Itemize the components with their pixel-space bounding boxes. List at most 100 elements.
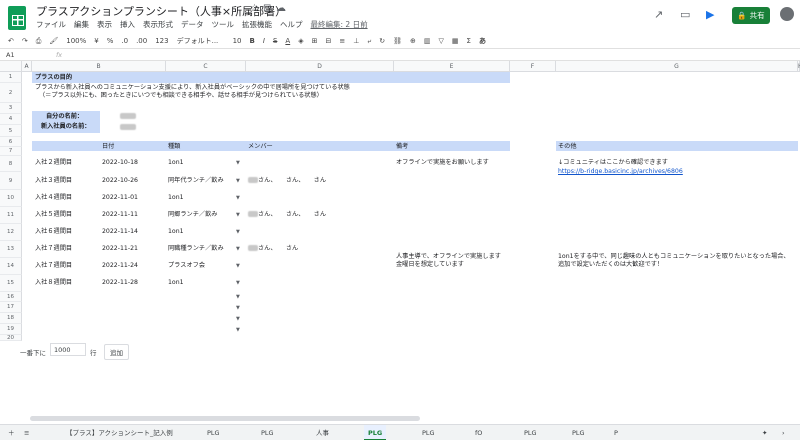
font-select[interactable]: デフォルト... [177, 36, 225, 46]
row-header[interactable]: 18 [0, 313, 22, 324]
row-header[interactable]: 2 [0, 83, 22, 103]
merge-icon[interactable]: ⊟ [325, 37, 331, 45]
col-header[interactable]: B [32, 61, 166, 72]
text-color-button[interactable]: A [285, 37, 290, 45]
dropdown-arrow-icon[interactable]: ▼ [236, 327, 240, 333]
bold-button[interactable]: B [250, 37, 255, 45]
week-cell[interactable]: 入社４週間目 [35, 194, 72, 201]
row-header[interactable]: 12 [0, 224, 22, 241]
row-header[interactable]: 10 [0, 190, 22, 207]
note-cell[interactable]: オフラインで実施をお願いします [396, 159, 489, 166]
dropdown-arrow-icon[interactable]: ▼ [236, 316, 240, 322]
header-member[interactable]: メンバー [248, 143, 273, 150]
cloud-status-icon[interactable]: ☁ [276, 3, 286, 14]
undo-icon[interactable]: ↶ [8, 37, 14, 45]
type-cell[interactable]: 同職種ランチ／飲み [168, 245, 224, 252]
filter-views-icon[interactable]: ▦ [452, 37, 459, 45]
add-rows-input[interactable]: 1000 [50, 343, 86, 356]
comment-icon[interactable]: ▭ [680, 8, 690, 21]
col-header[interactable]: A [22, 61, 32, 72]
comment-insert-icon[interactable]: ⊕ [410, 37, 416, 45]
col-header[interactable]: G [556, 61, 798, 72]
sheet-tab[interactable]: P [610, 425, 622, 440]
meet-icon[interactable]: ▶ [706, 8, 714, 21]
zoom-select[interactable]: 100% [66, 37, 86, 45]
menu-tools[interactable]: ツール [212, 19, 235, 30]
sheet-tab[interactable]: fO [471, 425, 486, 440]
dropdown-arrow-icon[interactable]: ▼ [236, 263, 240, 269]
other-note-1[interactable]: 1on1をする中で、同じ趣味の人ともコミュニケーションを取りたいとなった場合、 [558, 253, 790, 260]
paint-format-icon[interactable]: 🖌 [49, 37, 58, 45]
sheet-tab[interactable]: PLG [568, 425, 589, 440]
type-cell[interactable]: プラスオフ会 [168, 262, 205, 269]
dropdown-arrow-icon[interactable]: ▼ [236, 294, 240, 300]
input-tools-button[interactable]: あ [479, 36, 486, 46]
menu-file[interactable]: ファイル [36, 19, 66, 30]
sheet-tab[interactable]: PLG [257, 425, 278, 440]
collapse-icon[interactable]: › [778, 425, 789, 440]
other-note-2[interactable]: 追加で設定いただくのは大歓迎です！ [558, 261, 663, 268]
redo-icon[interactable]: ↷ [22, 37, 28, 45]
row-header[interactable]: 9 [0, 172, 22, 190]
type-cell[interactable]: 同年代ランチ／飲み [168, 177, 224, 184]
header-other[interactable]: その他 [558, 143, 577, 150]
note-friday[interactable]: 金曜日を想定しています [396, 261, 464, 268]
all-sheets-icon[interactable]: ≡ [20, 425, 33, 440]
other-link[interactable]: https://b-ridge.basicinc.jp/archives/680… [558, 168, 683, 175]
menu-format[interactable]: 表示形式 [143, 19, 173, 30]
last-edit-link[interactable]: 最終編集: 2 日前 [311, 19, 368, 30]
row-header[interactable]: 16 [0, 292, 22, 302]
star-icon[interactable]: ☆ [250, 3, 259, 14]
trend-icon[interactable]: ↗ [654, 8, 663, 21]
date-cell[interactable]: 2022-10-18 [102, 159, 138, 166]
row-header[interactable]: 3 [0, 103, 22, 114]
col-header[interactable]: C [166, 61, 246, 72]
wrap-icon[interactable]: ⤶ [367, 37, 371, 46]
sheet-tab[interactable]: PLG [203, 425, 224, 440]
strikethrough-button[interactable]: S [273, 37, 277, 45]
menu-help[interactable]: ヘルプ [280, 19, 303, 30]
select-all-corner[interactable] [0, 61, 22, 72]
dropdown-arrow-icon[interactable]: ▼ [236, 246, 240, 252]
row-header[interactable]: 13 [0, 241, 22, 258]
date-cell[interactable]: 2022-11-24 [102, 262, 138, 269]
currency-button[interactable]: ¥ [94, 37, 98, 45]
week-cell[interactable]: 入社８週間目 [35, 279, 72, 286]
document-title[interactable]: プラスアクションプランシート（人事×所属部署） [36, 3, 286, 19]
type-cell[interactable]: 1on1 [168, 228, 184, 235]
week-cell[interactable]: 入社２週間目 [35, 159, 72, 166]
type-cell[interactable]: 1on1 [168, 279, 184, 286]
date-cell[interactable]: 2022-11-01 [102, 194, 138, 201]
horizontal-scrollbar[interactable] [30, 416, 420, 421]
sheet-tab[interactable]: PLG [418, 425, 439, 440]
share-button[interactable]: 🔒 共有 [732, 7, 770, 24]
dropdown-arrow-icon[interactable]: ▼ [236, 280, 240, 286]
note-offline[interactable]: 人事主導で、オフラインで実施します [396, 253, 501, 260]
row-header[interactable]: 5 [0, 125, 22, 137]
dropdown-arrow-icon[interactable]: ▼ [236, 212, 240, 218]
col-header[interactable]: D [246, 61, 394, 72]
percent-button[interactable]: % [107, 37, 114, 45]
filter-icon[interactable]: ▽ [439, 37, 444, 45]
dropdown-arrow-icon[interactable]: ▼ [236, 178, 240, 184]
add-rows-button[interactable]: 追加 [104, 344, 129, 360]
date-cell[interactable]: 2022-11-14 [102, 228, 138, 235]
font-size-select[interactable]: 10 [233, 37, 242, 45]
type-cell[interactable]: 1on1 [168, 159, 184, 166]
row-header[interactable]: 8 [0, 156, 22, 172]
row-header[interactable]: 4 [0, 114, 22, 125]
week-cell[interactable]: 入社７週間目 [35, 262, 72, 269]
move-icon[interactable]: ⊡ [263, 3, 271, 14]
functions-icon[interactable]: Σ [467, 37, 471, 45]
dropdown-arrow-icon[interactable]: ▼ [236, 229, 240, 235]
dropdown-arrow-icon[interactable]: ▼ [236, 160, 240, 166]
date-cell[interactable]: 2022-11-11 [102, 211, 138, 218]
explore-icon[interactable]: ✦ [758, 425, 771, 440]
row-header[interactable]: 14 [0, 258, 22, 275]
row-header[interactable]: 11 [0, 207, 22, 224]
self-name-label[interactable]: 自分の名前： [46, 113, 83, 120]
sheets-logo-icon[interactable] [8, 6, 26, 30]
other-community[interactable]: ↓コミュニティはここから確認できます [558, 159, 668, 166]
row-header[interactable]: 6 [0, 137, 22, 147]
type-cell[interactable]: 1on1 [168, 194, 184, 201]
